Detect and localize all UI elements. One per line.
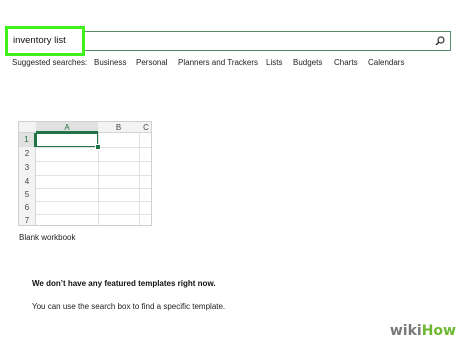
row-header-6: 6 <box>19 201 36 214</box>
suggestion-business[interactable]: Business <box>94 58 126 67</box>
corner-cell <box>19 122 36 133</box>
suggested-searches-label: Suggested searches: <box>12 58 88 67</box>
watermark-how: How <box>421 323 456 339</box>
grid-line <box>36 147 151 148</box>
suggestion-lists[interactable]: Lists <box>266 58 282 67</box>
grid-line <box>36 214 151 215</box>
grid-line <box>36 188 151 189</box>
column-header-c: C <box>139 122 151 133</box>
column-header-b: B <box>98 122 139 133</box>
suggestion-planners-and-trackers[interactable]: Planners and Trackers <box>178 58 258 67</box>
suggestion-budgets[interactable]: Budgets <box>293 58 322 67</box>
fill-handle <box>95 144 101 150</box>
selected-cell-a1 <box>36 133 98 147</box>
wikihow-watermark: wikiHow <box>362 320 460 344</box>
grid-line <box>139 133 140 225</box>
search-icon[interactable] <box>434 35 446 47</box>
page: { "search": { "value": "inventory list",… <box>0 0 460 345</box>
no-templates-hint: You can use the search box to find a spe… <box>32 302 226 311</box>
row-header-3: 3 <box>19 161 36 175</box>
blank-workbook-thumbnail[interactable]: A B C 1 2 3 4 5 6 7 <box>18 121 152 226</box>
search-input[interactable]: inventory list <box>13 35 66 46</box>
watermark-wiki: wiki <box>389 323 422 339</box>
suggestion-charts[interactable]: Charts <box>334 58 358 67</box>
row-header-1: 1 <box>19 133 36 147</box>
grid-line <box>36 175 151 176</box>
row-header-5: 5 <box>19 188 36 201</box>
suggestion-personal[interactable]: Personal <box>136 58 168 67</box>
row-header-7: 7 <box>19 214 36 225</box>
row-header-4: 4 <box>19 175 36 188</box>
grid-line <box>36 161 151 162</box>
no-templates-heading: We don’t have any featured templates rig… <box>32 279 216 288</box>
blank-workbook-label[interactable]: Blank workbook <box>19 233 75 242</box>
suggestion-calendars[interactable]: Calendars <box>368 58 404 67</box>
row-header-2: 2 <box>19 147 36 161</box>
wikihow-logo: wikiHow <box>390 323 456 339</box>
grid-line <box>36 201 151 202</box>
column-header-a: A <box>36 122 98 133</box>
